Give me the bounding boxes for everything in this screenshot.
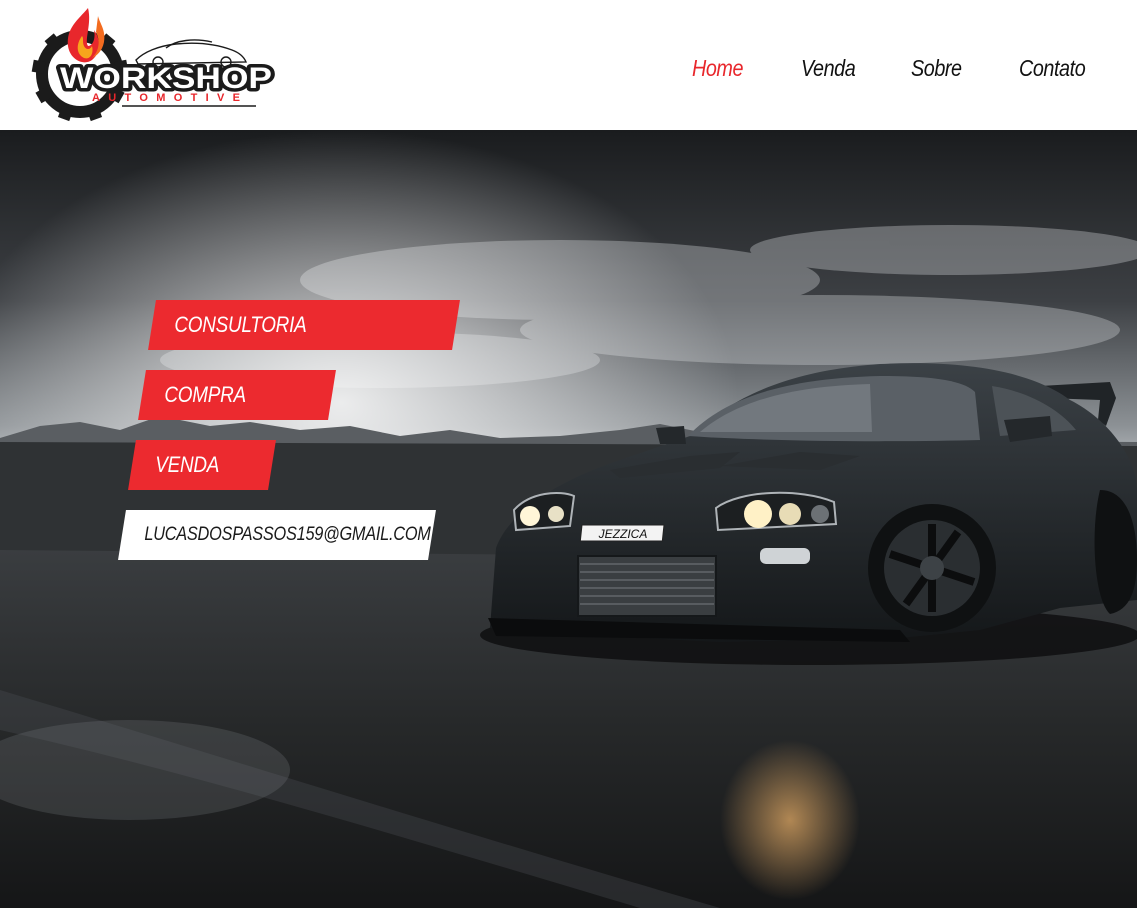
license-plate-text: JEZZICA xyxy=(598,527,648,541)
venda-button[interactable]: VENDA xyxy=(128,440,276,490)
nav-sobre-link[interactable]: Sobre xyxy=(911,55,962,82)
nav-home-link[interactable]: Home xyxy=(692,55,743,82)
page: WORKSHOP WORKSHOP AUTOMOTIVE Home Venda … xyxy=(0,0,1137,908)
compra-button[interactable]: COMPRA xyxy=(138,370,336,420)
main-nav: Home Venda Sobre Contato xyxy=(0,55,1137,95)
consultoria-button-label: CONSULTORIA xyxy=(174,312,307,337)
email-contact-label: LUCASDOSPASSOS159@GMAIL.COM xyxy=(144,524,431,545)
nav-venda-link[interactable]: Venda xyxy=(801,55,856,82)
email-contact-link[interactable]: LUCASDOSPASSOS159@GMAIL.COM xyxy=(118,510,436,560)
nav-contato-link[interactable]: Contato xyxy=(1019,55,1086,82)
compra-button-label: COMPRA xyxy=(164,382,246,407)
hero-banner: JEZZICA CONSULTORIA COMPRA VENDA LUCASDO… xyxy=(0,130,1137,908)
consultoria-button[interactable]: CONSULTORIA xyxy=(148,300,460,350)
site-header: WORKSHOP WORKSHOP AUTOMOTIVE Home Venda … xyxy=(0,0,1137,130)
venda-button-label: VENDA xyxy=(155,452,220,477)
